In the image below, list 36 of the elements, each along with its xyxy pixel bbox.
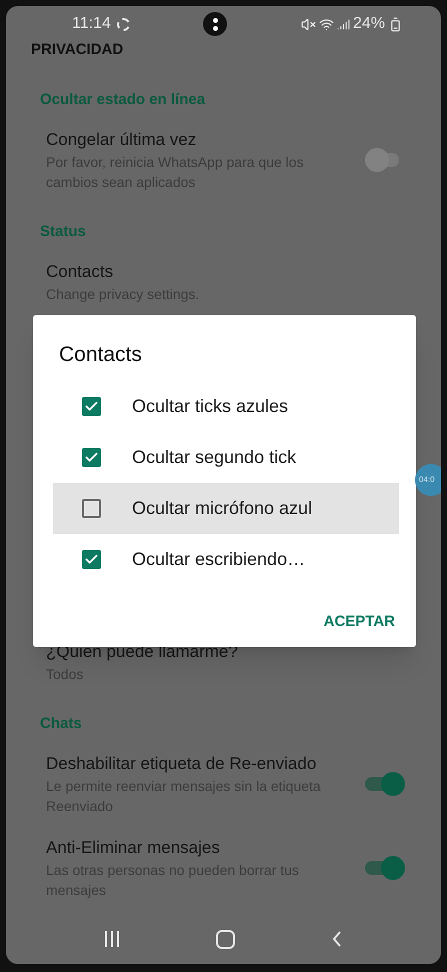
wifi-icon (318, 16, 334, 32)
screen-record-icon (116, 18, 130, 30)
option-label: Ocultar ticks azules (132, 394, 288, 418)
toggle-switch[interactable] (365, 856, 405, 880)
option-label: Ocultar segundo tick (132, 446, 296, 469)
dialog-title: Contacts (58, 342, 143, 368)
section-header: Ocultar estado en línea (40, 91, 206, 108)
battery-percent: 24% (352, 14, 385, 34)
setting-title: Deshabilitar etiqueta de Re-enviado (46, 753, 318, 775)
setting-title: Congelar última vez (46, 129, 198, 151)
page-title: PRIVACIDAD (31, 41, 124, 58)
back-button[interactable] (332, 930, 342, 948)
signal-icon (336, 18, 350, 30)
bubble-time: 04:0 (419, 474, 435, 486)
checkbox-option[interactable]: Ocultar escribiendo… (53, 534, 399, 584)
setting-title: Contacts (46, 261, 114, 283)
toggle-switch[interactable] (365, 772, 405, 796)
checkbox-option[interactable]: Ocultar micrófono azul (53, 482, 399, 534)
checkbox[interactable] (82, 448, 101, 466)
checkbox[interactable] (82, 396, 101, 416)
section-header: Status (40, 223, 86, 240)
checkbox[interactable] (82, 550, 101, 568)
camera-cutout-icon (203, 12, 228, 36)
option-label: Ocultar micrófono azul (132, 496, 312, 520)
mute-icon (300, 16, 316, 32)
accept-button[interactable]: ACEPTAR (324, 610, 395, 633)
checkbox-option[interactable]: Ocultar segundo tick (53, 432, 399, 482)
checkbox[interactable] (82, 498, 101, 518)
status-time: 11:14 (72, 14, 111, 34)
recent-apps-button[interactable] (104, 931, 119, 947)
setting-title: Anti-Eliminar mensajes (46, 837, 221, 859)
battery-icon (388, 16, 403, 32)
home-button[interactable] (216, 930, 235, 948)
option-label: Ocultar escribiendo… (132, 548, 306, 570)
checkbox-option[interactable]: Ocultar ticks azules (53, 380, 399, 432)
section-header: Chats (40, 715, 82, 732)
